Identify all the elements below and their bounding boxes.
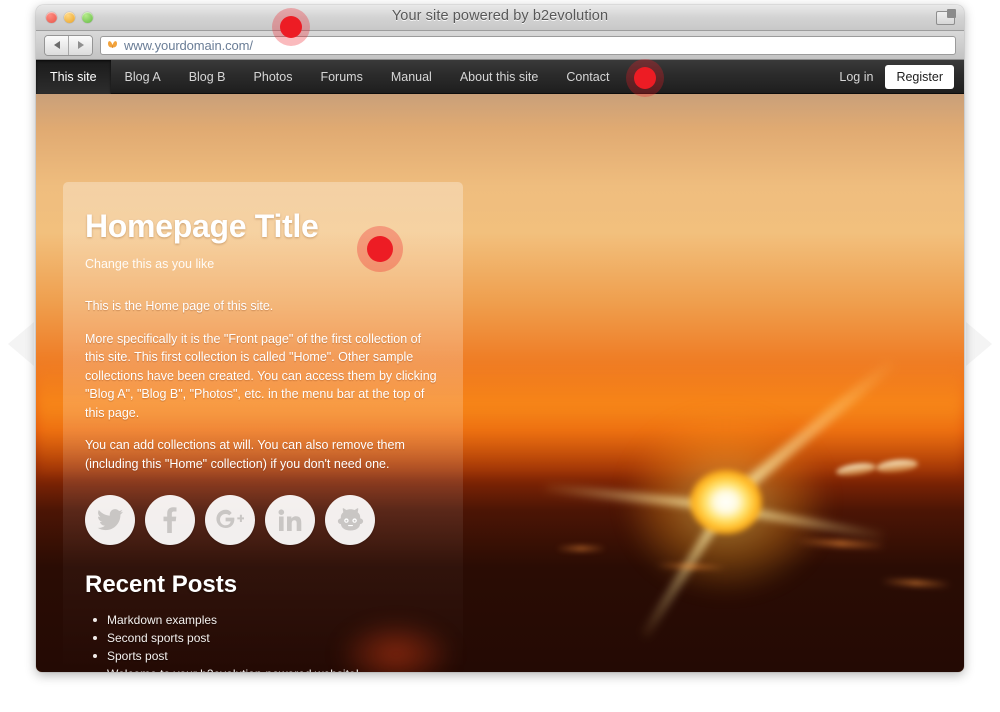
nav-items-group: This site Blog A Blog B Photos Forums Ma…	[36, 59, 623, 94]
facebook-icon[interactable]	[145, 495, 195, 545]
recent-posts-list: Markdown examples Second sports post Spo…	[85, 611, 441, 672]
browser-window: Your site powered by b2evolution www.you…	[36, 5, 964, 672]
list-item[interactable]: Sports post	[85, 647, 441, 665]
b2evolution-butterfly-icon	[108, 41, 117, 48]
nav-item-manual[interactable]: Manual	[377, 60, 446, 94]
chevron-right-icon	[966, 322, 992, 366]
nav-account-group: Log in Register	[827, 64, 954, 89]
resize-square-shape	[947, 9, 956, 18]
resize-window-icon[interactable]	[936, 9, 956, 25]
homepage-content-panel: Homepage Title Change this as you like T…	[63, 182, 463, 672]
nav-item-this-site[interactable]: This site	[36, 59, 111, 94]
page-tagline: Change this as you like	[85, 257, 215, 271]
nav-item-contact[interactable]: Contact	[552, 60, 623, 94]
list-item[interactable]: Welcome to your b2evolution-powered webs…	[85, 665, 441, 672]
social-links-row	[85, 495, 441, 545]
list-item[interactable]: Markdown examples	[85, 611, 441, 629]
twitter-bird-glyph	[97, 509, 123, 531]
address-bar[interactable]: www.yourdomain.com/	[100, 35, 956, 55]
browser-toolbar: www.yourdomain.com/	[36, 31, 964, 60]
page-hero-area: Homepage Title Change this as you like T…	[36, 94, 964, 672]
back-button[interactable]	[45, 35, 68, 55]
register-button[interactable]: Register	[885, 64, 954, 89]
linkedin-icon[interactable]	[265, 495, 315, 545]
arrow-left-icon	[53, 41, 60, 49]
page-title: Homepage Title	[85, 208, 319, 244]
recent-posts-heading: Recent Posts	[85, 571, 238, 598]
nav-buttons-group	[44, 34, 93, 56]
forward-button[interactable]	[68, 35, 92, 55]
screenshot-root: Your site powered by b2evolution www.you…	[0, 0, 1000, 712]
sun-core	[690, 470, 762, 534]
nav-item-blog-a[interactable]: Blog A	[111, 60, 175, 94]
nav-item-about-this-site[interactable]: About this site	[446, 60, 553, 94]
chevron-left-icon	[8, 322, 34, 366]
site-navigation-bar: This site Blog A Blog B Photos Forums Ma…	[36, 59, 964, 94]
nav-item-forums[interactable]: Forums	[306, 60, 376, 94]
intro-paragraph-3: You can add collections at will. You can…	[85, 438, 405, 471]
window-title: Your site powered by b2evolution	[391, 8, 609, 24]
water-reflection-4	[556, 546, 606, 551]
list-item[interactable]: Second sports post	[85, 629, 441, 647]
google-plus-icon[interactable]	[205, 495, 255, 545]
intro-paragraph-1: This is the Home page of this site.	[85, 299, 274, 313]
facebook-f-glyph	[163, 507, 177, 533]
linkedin-in-glyph	[278, 508, 302, 531]
arrow-right-icon	[77, 41, 84, 49]
nav-item-blog-b[interactable]: Blog B	[175, 60, 240, 94]
github-icon[interactable]	[325, 495, 375, 545]
browser-title-bar[interactable]: Your site powered by b2evolution	[36, 5, 964, 31]
intro-paragraph-2: More specifically it is the "Front page"…	[85, 331, 437, 420]
twitter-icon[interactable]	[85, 495, 135, 545]
nav-item-photos[interactable]: Photos	[240, 60, 307, 94]
url-text: www.yourdomain.com/	[124, 37, 253, 53]
login-link[interactable]: Log in	[827, 70, 885, 84]
google-plus-glyph	[216, 509, 244, 528]
github-octocat-glyph	[337, 508, 363, 531]
